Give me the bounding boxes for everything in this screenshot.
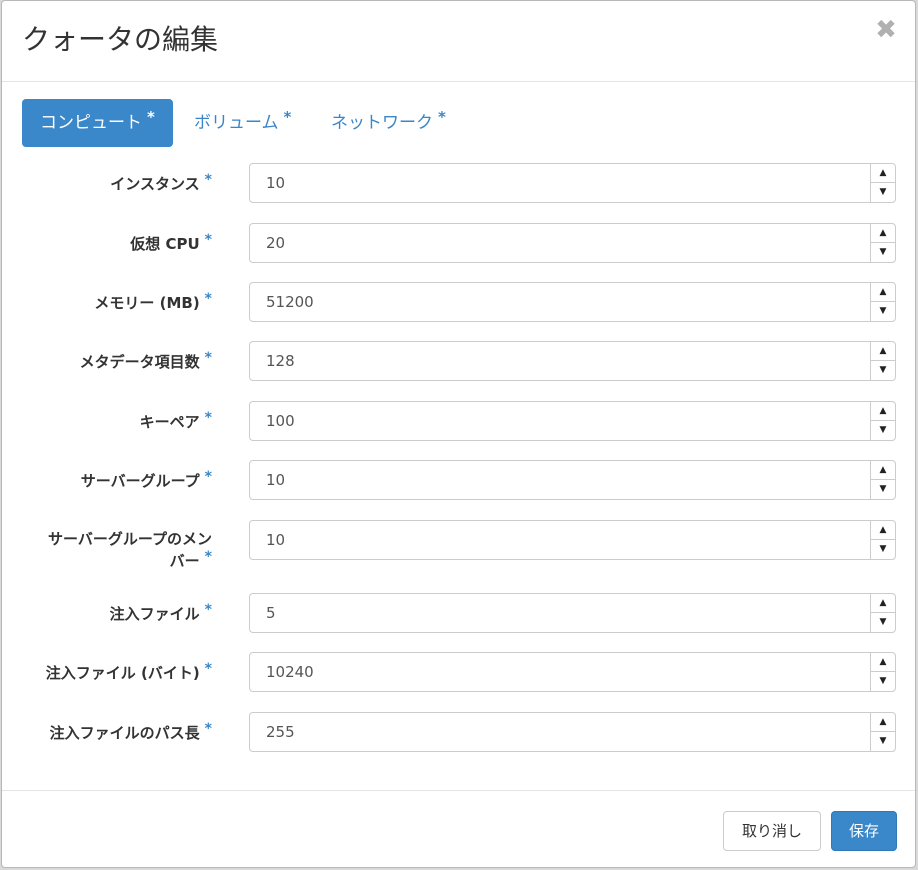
field-label: 注入ファイルのパス長 * — [49, 721, 212, 743]
modal-footer: 取り消し 保存 — [2, 790, 915, 870]
decrement-arrow-icon[interactable]: ▼ — [871, 480, 895, 499]
field-label: サーバーグループ * — [80, 469, 212, 491]
increment-arrow-icon[interactable]: ▲ — [871, 342, 895, 361]
edit-quota-modal: クォータの編集 ✖ コンピュート * ボリューム * ネットワーク * インスタンス *… — [1, 0, 916, 868]
decrement-arrow-icon[interactable]: ▼ — [871, 183, 895, 202]
injected-file-path-length-input[interactable]: 255 ▲ ▼ — [249, 712, 896, 752]
required-marker: * — [204, 661, 212, 677]
increment-arrow-icon[interactable]: ▲ — [871, 283, 895, 302]
decrement-arrow-icon[interactable]: ▼ — [871, 732, 895, 751]
field-label: キーペア * — [139, 410, 212, 432]
vcpus-input[interactable]: 20 ▲ ▼ — [249, 223, 896, 263]
decrement-arrow-icon[interactable]: ▼ — [871, 613, 895, 632]
required-marker: * — [204, 291, 212, 307]
field-label: メタデータ項目数 * — [79, 350, 212, 372]
required-marker: * — [204, 232, 212, 248]
required-marker: * — [204, 602, 212, 618]
required-marker: * — [147, 108, 155, 126]
decrement-arrow-icon[interactable]: ▼ — [871, 540, 895, 559]
field-label: 仮想 CPU * — [130, 232, 212, 254]
number-spinner: ▲ ▼ — [870, 402, 895, 440]
decrement-arrow-icon[interactable]: ▼ — [871, 672, 895, 691]
number-spinner: ▲ ▼ — [870, 342, 895, 380]
increment-arrow-icon[interactable]: ▲ — [871, 713, 895, 732]
field-label: 注入ファイル * — [109, 602, 212, 624]
number-spinner: ▲ ▼ — [870, 224, 895, 262]
field-label: サーバーグループのメン バー * — [22, 528, 212, 573]
tab-compute-label: コンピュート — [40, 113, 142, 133]
injected-file-bytes-input[interactable]: 10240 ▲ ▼ — [249, 652, 896, 692]
field-label-line1: サーバーグループのメン — [48, 530, 212, 548]
required-marker: * — [204, 549, 212, 565]
tab-network-label: ネットワーク — [331, 113, 433, 133]
cancel-button[interactable]: 取り消し — [723, 811, 821, 851]
memory-input[interactable]: 51200 ▲ ▼ — [249, 282, 896, 322]
number-spinner: ▲ ▼ — [870, 283, 895, 321]
number-spinner: ▲ ▼ — [870, 653, 895, 691]
decrement-arrow-icon[interactable]: ▼ — [871, 361, 895, 380]
save-button[interactable]: 保存 — [831, 811, 897, 851]
decrement-arrow-icon[interactable]: ▼ — [871, 421, 895, 440]
increment-arrow-icon[interactable]: ▲ — [871, 224, 895, 243]
field-label-text: インスタンス — [110, 175, 200, 193]
server-groups-input[interactable]: 10 ▲ ▼ — [249, 460, 896, 500]
increment-arrow-icon[interactable]: ▲ — [871, 461, 895, 480]
field-label-text: 注入ファイルのパス長 — [49, 724, 200, 742]
increment-arrow-icon[interactable]: ▲ — [871, 653, 895, 672]
input-value: 10 — [266, 471, 286, 489]
input-value: 10240 — [266, 663, 314, 681]
input-value: 51200 — [266, 293, 314, 311]
decrement-arrow-icon[interactable]: ▼ — [871, 302, 895, 321]
increment-arrow-icon[interactable]: ▲ — [871, 164, 895, 183]
field-label: インスタンス * — [110, 172, 212, 194]
field-label-text: 注入ファイル — [109, 605, 200, 623]
increment-arrow-icon[interactable]: ▲ — [871, 402, 895, 421]
modal-title: クォータの編集 — [22, 23, 219, 56]
input-value: 20 — [266, 234, 286, 252]
input-value: 100 — [266, 412, 295, 430]
required-marker: * — [204, 172, 212, 188]
field-label-text: メタデータ項目数 — [79, 353, 200, 371]
number-spinner: ▲ ▼ — [870, 164, 895, 202]
increment-arrow-icon[interactable]: ▲ — [871, 594, 895, 613]
tab-volume-label: ボリューム — [194, 113, 279, 133]
field-label-text: 注入ファイル (バイト) — [45, 664, 200, 682]
field-label-line2-wrap: バー * — [22, 549, 212, 573]
decrement-arrow-icon[interactable]: ▼ — [871, 243, 895, 262]
server-group-members-input[interactable]: 10 ▲ ▼ — [249, 520, 896, 560]
required-marker: * — [204, 410, 212, 426]
tab-network[interactable]: ネットワーク * — [313, 99, 464, 147]
key-pairs-input[interactable]: 100 ▲ ▼ — [249, 401, 896, 441]
field-label: メモリー (MB) * — [94, 291, 212, 313]
input-value: 5 — [266, 604, 276, 622]
close-icon[interactable]: ✖ — [875, 17, 897, 43]
tab-volume[interactable]: ボリューム * — [176, 99, 309, 147]
input-value: 128 — [266, 352, 295, 370]
input-value: 10 — [266, 174, 286, 192]
field-label-text: サーバーグループ — [80, 472, 200, 490]
required-marker: * — [204, 350, 212, 366]
tab-compute[interactable]: コンピュート * — [22, 99, 173, 147]
number-spinner: ▲ ▼ — [870, 521, 895, 559]
input-value: 255 — [266, 723, 295, 741]
metadata-items-input[interactable]: 128 ▲ ▼ — [249, 341, 896, 381]
increment-arrow-icon[interactable]: ▲ — [871, 521, 895, 540]
required-marker: * — [283, 108, 292, 126]
modal-header: クォータの編集 ✖ — [2, 1, 915, 82]
field-label-text: キーペア — [139, 413, 200, 431]
number-spinner: ▲ ▼ — [870, 461, 895, 499]
field-label: 注入ファイル (バイト) * — [45, 661, 212, 683]
required-marker: * — [204, 721, 212, 737]
injected-files-input[interactable]: 5 ▲ ▼ — [249, 593, 896, 633]
number-spinner: ▲ ▼ — [870, 594, 895, 632]
field-label-text: メモリー (MB) — [94, 294, 200, 312]
field-label-line2: バー — [169, 552, 200, 570]
instances-input[interactable]: 10 ▲ ▼ — [249, 163, 896, 203]
required-marker: * — [438, 108, 446, 126]
required-marker: * — [204, 469, 212, 485]
number-spinner: ▲ ▼ — [870, 713, 895, 751]
field-label-text: 仮想 CPU — [130, 235, 200, 253]
input-value: 10 — [266, 531, 286, 549]
